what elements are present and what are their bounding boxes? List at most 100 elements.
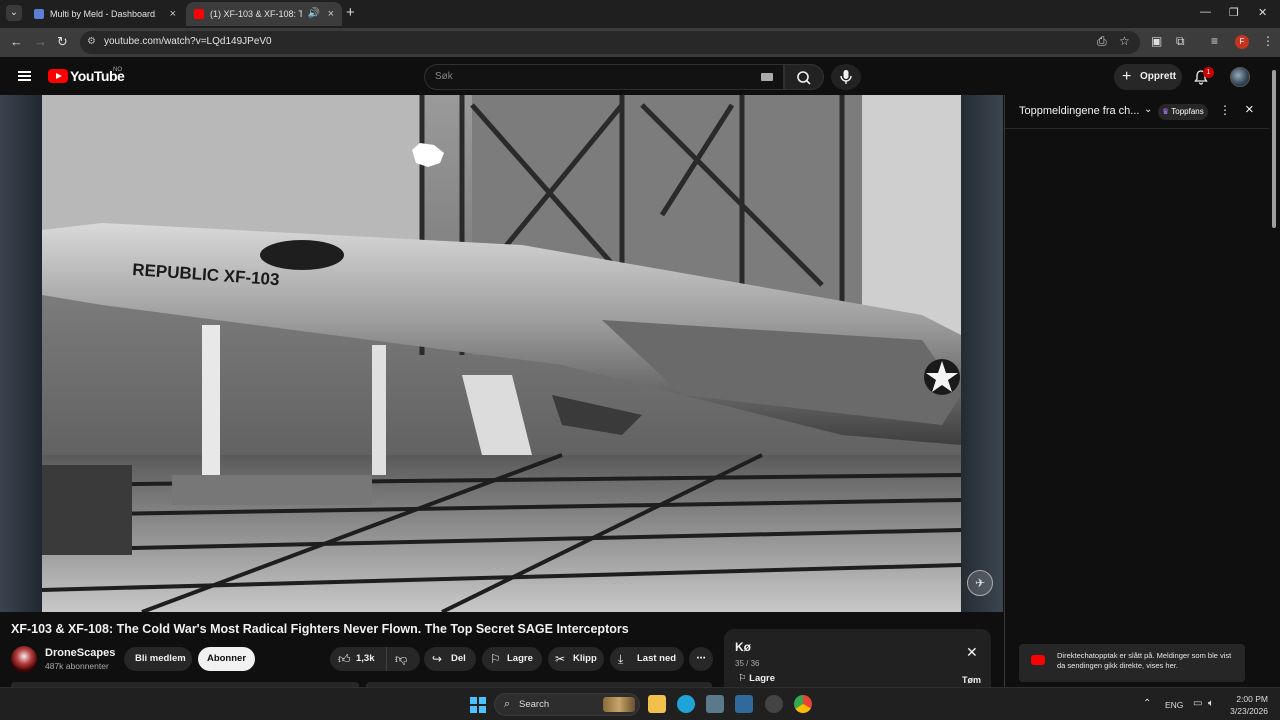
close-queue-icon[interactable]: ✕ — [966, 644, 978, 661]
language-indicator[interactable]: ENG — [1165, 700, 1183, 710]
scrollbar-thumb[interactable] — [1272, 70, 1276, 228]
clock-time: 2:00 PM — [1236, 694, 1268, 704]
share-button[interactable]: ↪ Del — [424, 647, 476, 671]
youtube-play-icon — [1031, 655, 1045, 665]
country-code: NO — [113, 67, 122, 73]
extension-icon[interactable]: ▣ — [1151, 34, 1162, 48]
tray-overflow-chevron-icon[interactable]: ⌃ — [1143, 698, 1151, 709]
edge-browser-icon[interactable] — [677, 695, 695, 713]
video-player[interactable]: REPUBLIC XF-103 — [42, 95, 961, 612]
network-icon[interactable]: ▭ — [1193, 698, 1202, 709]
crown-icon: ♛ — [1162, 107, 1170, 116]
windows-start-icon[interactable] — [470, 697, 486, 713]
clip-button[interactable]: ✂ Klipp — [548, 647, 604, 671]
site-info-icon[interactable]: ⚙ — [87, 36, 99, 48]
live-chat-panel: Toppmeldingene fra ch... ⌄ ♛ Toppfans ⋮ … — [1004, 95, 1269, 687]
taskbar-search[interactable]: ⌕ Search — [494, 693, 640, 716]
youtube-favicon-icon — [194, 9, 204, 19]
close-chat-icon[interactable]: × — [1245, 101, 1254, 118]
save-label: Lagre — [507, 653, 533, 664]
taskbar-app-icon[interactable] — [735, 695, 753, 713]
download-button[interactable]: ⤓ Last ned — [610, 647, 684, 671]
browser-tab-meld[interactable]: Multi by Meld - Dashboard. × — [26, 2, 184, 26]
share-label: Del — [451, 653, 466, 664]
back-icon[interactable]: ← — [10, 35, 23, 49]
taskbar-app-icon[interactable] — [706, 695, 724, 713]
clock-date: 3/23/2026 — [1230, 706, 1268, 716]
new-tab-button[interactable]: + — [346, 5, 355, 21]
create-button[interactable]: + Opprett — [1114, 64, 1182, 90]
search-icon — [797, 71, 811, 85]
browser-toolbar: ← → ↻ ⚙ youtube.com/watch?v=LQd149JPeV0 … — [0, 28, 1280, 57]
file-explorer-icon[interactable] — [648, 695, 666, 713]
bookmark-icon: ⚐ — [738, 673, 747, 684]
account-avatar[interactable] — [1230, 67, 1250, 87]
queue-save-label: Lagre — [749, 673, 776, 684]
video-frame-image: REPUBLIC XF-103 — [42, 95, 961, 612]
channel-avatar[interactable] — [11, 646, 37, 672]
youtube-header: YouTube NO Søk + Opprett 1 — [0, 57, 1280, 95]
like-count: 1,3k — [356, 653, 375, 664]
chat-notice-text: Direktechatopptak er slått på. Meldinger… — [1057, 651, 1232, 670]
subscribe-button[interactable]: Abonner — [198, 647, 255, 671]
close-tab-icon[interactable]: × — [328, 2, 334, 26]
save-button[interactable]: ⚐ Lagre — [482, 647, 542, 671]
menu-hamburger-icon[interactable] — [18, 71, 31, 81]
page-scrollbar[interactable] — [1271, 68, 1277, 688]
queue-title: Kø — [735, 640, 751, 654]
close-tab-icon[interactable]: × — [170, 2, 176, 26]
install-app-icon[interactable]: ⎙ — [1097, 34, 1107, 49]
more-actions-button[interactable]: ⋯ — [689, 647, 713, 671]
profile-avatar[interactable]: F — [1235, 35, 1249, 49]
microphone-icon — [840, 70, 852, 84]
tab-search-button[interactable]: ⌄ — [6, 5, 22, 21]
taskbar-app-icon[interactable] — [765, 695, 783, 713]
system-clock[interactable]: 2:00 PM 3/23/2026 — [1226, 693, 1268, 717]
voice-search-button[interactable] — [831, 64, 861, 90]
top-fans-badge[interactable]: ♛ Toppfans — [1158, 104, 1208, 120]
reload-icon[interactable]: ↻ — [57, 35, 68, 49]
address-bar[interactable]: ⚙ youtube.com/watch?v=LQd149JPeV0 — [80, 31, 1140, 54]
browser-menu-icon[interactable]: ⋮ — [1262, 34, 1274, 48]
dislike-button[interactable]: 👎︎ — [386, 647, 416, 671]
download-label: Last ned — [637, 653, 677, 664]
volume-icon[interactable]: 🔈︎ — [1208, 698, 1214, 709]
channel-watermark-icon[interactable]: ✈ — [967, 570, 993, 596]
url-text[interactable]: youtube.com/watch?v=LQd149JPeV0 — [104, 36, 272, 47]
browser-tab-strip: ⌄ Multi by Meld - Dashboard. × (1) XF-10… — [0, 0, 1280, 28]
close-window-icon[interactable]: ✕ — [1258, 6, 1267, 19]
search-button[interactable] — [784, 64, 824, 90]
search-placeholder: Søk — [435, 71, 453, 82]
browser-tab-youtube[interactable]: (1) XF-103 & XF-108: The C 🔊 × — [186, 2, 342, 26]
chat-mode-title[interactable]: Toppmeldingene fra ch... — [1019, 105, 1139, 117]
queue-clear-button[interactable]: Tøm — [962, 675, 981, 685]
chevron-down-icon[interactable]: ⌄ — [1144, 104, 1152, 115]
more-options-icon[interactable]: ⋮ — [1219, 103, 1231, 117]
chrome-browser-icon[interactable] — [794, 695, 812, 713]
notification-count-badge: 1 — [1203, 67, 1214, 78]
minimize-icon[interactable]: — — [1200, 6, 1211, 18]
create-label: Opprett — [1140, 71, 1177, 82]
plus-icon: + — [1122, 68, 1132, 85]
youtube-logo-icon[interactable] — [48, 69, 68, 83]
channel-name[interactable]: DroneScapes — [45, 647, 115, 659]
join-label: Bli medlem — [135, 653, 186, 664]
chat-header: Toppmeldingene fra ch... ⌄ ♛ Toppfans ⋮ … — [1005, 95, 1269, 129]
download-icon: ⤓ — [618, 652, 624, 666]
scissors-icon: ✂ — [555, 652, 566, 666]
thumbs-down-icon: 👎︎ — [395, 652, 408, 666]
audio-playing-icon[interactable]: 🔊 — [308, 2, 320, 26]
join-button[interactable]: Bli medlem — [124, 647, 192, 671]
forward-icon[interactable]: → — [34, 35, 47, 49]
extensions-puzzle-icon[interactable]: ⧉ — [1176, 34, 1185, 49]
queue-panel: Kø 35 / 36 ✕ ⚐ Lagre Tøm — [724, 629, 991, 687]
search-input[interactable]: Søk — [424, 64, 784, 90]
restore-icon[interactable]: ❐ — [1229, 6, 1239, 19]
taskbar-search-label: Search — [519, 699, 550, 710]
subscriber-count: 487k abonnenter — [45, 661, 109, 671]
search-icon: ⌕ — [504, 698, 511, 710]
bookmark-star-icon[interactable]: ☆ — [1119, 34, 1130, 48]
keyboard-icon[interactable] — [761, 73, 773, 81]
media-queue-icon[interactable]: ≡ — [1211, 34, 1218, 48]
queue-save-button[interactable]: ⚐ Lagre — [738, 673, 775, 684]
